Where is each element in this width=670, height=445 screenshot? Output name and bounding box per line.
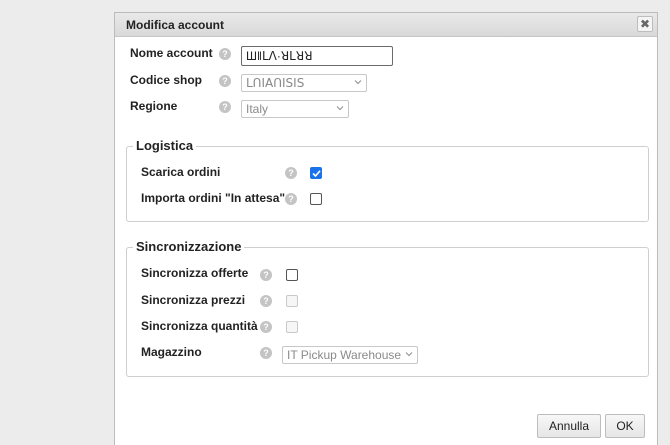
logistica-section: Logistica [126,138,649,222]
region-value: Italy [246,102,269,116]
help-icon[interactable]: ? [260,321,272,333]
importa-ordini-checkbox[interactable] [310,193,322,205]
dialog-title: Modifica account [126,18,225,32]
sync-quantita-label: Sincronizza quantità [141,319,258,333]
cancel-button[interactable]: Annulla [537,414,601,438]
ok-button[interactable]: OK [605,414,645,438]
importa-ordini-label: Importa ordini "In attesa" [141,191,286,205]
account-name-input[interactable] [241,46,393,66]
sync-quantita-checkbox [286,321,298,333]
help-icon[interactable]: ? [219,75,231,87]
region-label: Regione [130,99,178,113]
close-icon[interactable]: ✖ [637,16,653,32]
scarica-ordini-label: Scarica ordini [141,165,221,179]
sincronizzazione-legend: Sincronizzazione [133,239,245,254]
logistica-legend: Logistica [133,138,197,153]
help-icon[interactable]: ? [285,167,297,179]
scarica-ordini-checkbox[interactable] [310,167,322,179]
sync-prezzi-label: Sincronizza prezzi [141,293,246,307]
chevron-down-icon [336,104,344,112]
shop-code-label: Codice shop [130,73,203,87]
chevron-down-icon [405,350,413,358]
shop-code-select[interactable]: ꓡꓵꓲꓮꓵꓲꓢꓲꓢ [241,74,367,92]
chevron-down-icon [354,78,362,86]
magazzino-select[interactable]: IT Pickup Warehouse [282,346,418,364]
help-icon[interactable]: ? [260,295,272,307]
magazzino-label: Magazzino [141,345,202,359]
help-icon[interactable]: ? [219,48,231,60]
help-icon[interactable]: ? [260,347,272,359]
help-icon[interactable]: ? [219,101,231,113]
shop-code-value: ꓡꓵꓲꓮꓵꓲꓢꓲꓢ [246,76,305,90]
edit-account-dialog: Modifica account ✖ Nome account ? Codice… [114,12,658,445]
help-icon[interactable]: ? [260,269,272,281]
region-select[interactable]: Italy [241,100,349,118]
sync-prezzi-checkbox [286,295,298,307]
sync-offerte-checkbox[interactable] [286,269,298,281]
help-icon[interactable]: ? [285,193,297,205]
magazzino-value: IT Pickup Warehouse [287,348,402,362]
dialog-titlebar[interactable]: Modifica account ✖ [115,13,657,37]
sync-offerte-label: Sincronizza offerte [141,266,249,280]
account-name-label: Nome account [130,46,213,60]
